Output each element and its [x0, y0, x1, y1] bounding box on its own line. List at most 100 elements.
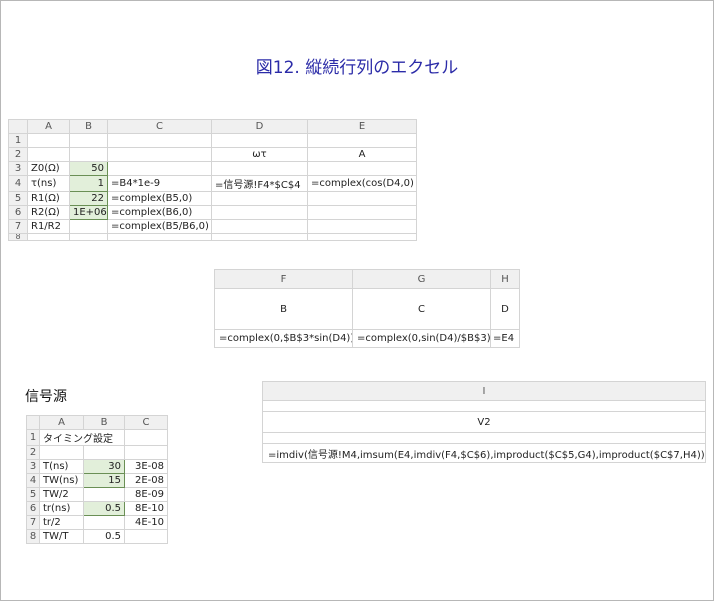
cell-C1[interactable]: [107, 133, 212, 148]
cell-H2[interactable]: D: [490, 288, 520, 330]
cell-B3[interactable]: 30: [83, 459, 125, 474]
cell-C5[interactable]: 8E-09: [124, 487, 168, 502]
row-header[interactable]: 3: [8, 161, 28, 176]
cell-C2[interactable]: [107, 147, 212, 162]
col-header-I[interactable]: I: [262, 381, 706, 401]
cell-E7[interactable]: [307, 219, 417, 234]
cell-E1[interactable]: [307, 133, 417, 148]
col-header-C[interactable]: C: [124, 415, 168, 430]
cell-C1[interactable]: [124, 429, 168, 446]
cell-A3[interactable]: T(ns): [39, 459, 84, 474]
cell-A7[interactable]: R1/R2: [27, 219, 70, 234]
cell-A3[interactable]: Z0(Ω): [27, 161, 70, 176]
cell-G2[interactable]: C: [352, 288, 491, 330]
cell-C8[interactable]: [107, 233, 212, 241]
cell-I3[interactable]: [262, 432, 706, 444]
cell-I2[interactable]: V2: [262, 411, 706, 433]
cell-C4[interactable]: 2E-08: [124, 473, 168, 488]
cell-D5[interactable]: [211, 191, 308, 206]
cell-C2[interactable]: [124, 445, 168, 460]
corner-cell[interactable]: [26, 415, 40, 430]
row-header[interactable]: 2: [26, 445, 40, 460]
cell-A1[interactable]: タイミング設定: [39, 429, 125, 446]
cell-A6[interactable]: R2(Ω): [27, 205, 70, 220]
cell-D1[interactable]: [211, 133, 308, 148]
cell-C3[interactable]: 3E-08: [124, 459, 168, 474]
cell-G4[interactable]: =complex(0,sin(D4)/$B$3): [352, 329, 491, 348]
cell-I4[interactable]: =imdiv(信号源!M4,imsum(E4,imdiv(F4,$C$6),im…: [262, 443, 706, 463]
col-header-B[interactable]: B: [83, 415, 125, 430]
col-header-B[interactable]: B: [69, 119, 108, 134]
cell-A5[interactable]: R1(Ω): [27, 191, 70, 206]
cell-B3[interactable]: 50: [69, 161, 108, 176]
col-header-A[interactable]: A: [27, 119, 70, 134]
cell-C5[interactable]: =complex(B5,0): [107, 191, 212, 206]
cell-A8[interactable]: [27, 233, 70, 241]
row-header[interactable]: 6: [8, 205, 28, 220]
row-header[interactable]: 6: [26, 501, 40, 516]
col-header-A[interactable]: A: [39, 415, 84, 430]
cell-B7[interactable]: [69, 219, 108, 234]
cell-A1[interactable]: [27, 133, 70, 148]
row-header[interactable]: 1: [8, 133, 28, 148]
cell-A5[interactable]: TW/2: [39, 487, 84, 502]
cell-B2[interactable]: [69, 147, 108, 162]
cell-A8[interactable]: TW/T: [39, 529, 84, 544]
cell-D3[interactable]: [211, 161, 308, 176]
row-header[interactable]: 1: [26, 429, 40, 446]
col-header-G[interactable]: G: [352, 269, 491, 289]
row-header[interactable]: 3: [26, 459, 40, 474]
col-header-F[interactable]: F: [214, 269, 353, 289]
row-header[interactable]: 5: [8, 191, 28, 206]
row-header[interactable]: 7: [26, 515, 40, 530]
cell-I1[interactable]: [262, 400, 706, 412]
col-header-H[interactable]: H: [490, 269, 520, 289]
row-header[interactable]: 7: [8, 219, 28, 234]
cell-B1[interactable]: [69, 133, 108, 148]
cell-B8[interactable]: 0.5: [83, 529, 125, 544]
cell-B5[interactable]: 22: [69, 191, 108, 206]
cell-B5[interactable]: [83, 487, 125, 502]
cell-A2[interactable]: [27, 147, 70, 162]
cell-A4[interactable]: τ(ns): [27, 175, 70, 192]
cell-E3[interactable]: [307, 161, 417, 176]
cell-D4[interactable]: =信号源!F4*$C$4: [211, 175, 308, 192]
row-header[interactable]: 4: [8, 175, 28, 192]
cell-A4[interactable]: TW(ns): [39, 473, 84, 488]
row-header[interactable]: 8: [26, 529, 40, 544]
cell-E5[interactable]: [307, 191, 417, 206]
cell-C8[interactable]: [124, 529, 168, 544]
cell-C4[interactable]: =B4*1e-9: [107, 175, 212, 192]
cell-E8[interactable]: [307, 233, 417, 241]
cell-C6[interactable]: =complex(B6,0): [107, 205, 212, 220]
col-header-D[interactable]: D: [211, 119, 308, 134]
cell-B4[interactable]: 1: [69, 175, 108, 192]
corner-cell[interactable]: [8, 119, 28, 134]
cell-C7[interactable]: =complex(B5/B6,0): [107, 219, 212, 234]
cell-E4[interactable]: =complex(cos(D4,0): [307, 175, 417, 192]
cell-F2[interactable]: B: [214, 288, 353, 330]
cell-H4[interactable]: =E4: [490, 329, 520, 348]
cell-E2[interactable]: A: [307, 147, 417, 162]
cell-C3[interactable]: [107, 161, 212, 176]
cell-A2[interactable]: [39, 445, 84, 460]
cell-B7[interactable]: [83, 515, 125, 530]
row-header[interactable]: 4: [26, 473, 40, 488]
cell-B2[interactable]: [83, 445, 125, 460]
row-header[interactable]: 5: [26, 487, 40, 502]
col-header-E[interactable]: E: [307, 119, 417, 134]
cell-B6[interactable]: 0.5: [83, 501, 125, 516]
cell-E6[interactable]: [307, 205, 417, 220]
cell-C7[interactable]: 4E-10: [124, 515, 168, 530]
cell-D7[interactable]: [211, 219, 308, 234]
row-header[interactable]: 8: [8, 233, 28, 241]
cell-B4[interactable]: 15: [83, 473, 125, 488]
cell-A7[interactable]: tr/2: [39, 515, 84, 530]
cell-F4[interactable]: =complex(0,$B$3*sin(D4)): [214, 329, 353, 348]
col-header-C[interactable]: C: [107, 119, 212, 134]
cell-A6[interactable]: tr(ns): [39, 501, 84, 516]
cell-D6[interactable]: [211, 205, 308, 220]
cell-C6[interactable]: 8E-10: [124, 501, 168, 516]
cell-D8[interactable]: [211, 233, 308, 241]
cell-D2[interactable]: ωτ: [211, 147, 308, 162]
